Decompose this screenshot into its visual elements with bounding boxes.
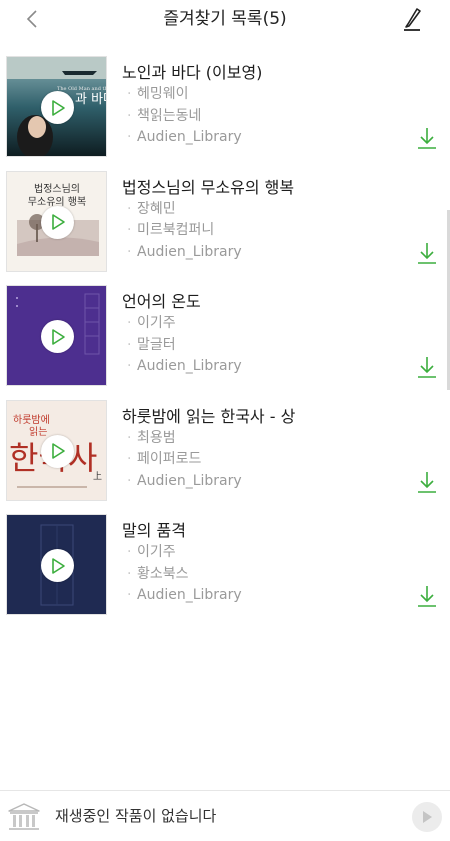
back-button[interactable] xyxy=(20,6,44,32)
pencil-icon xyxy=(404,8,421,31)
download-icon xyxy=(418,471,436,493)
cover-title-text: 과 바다 xyxy=(75,92,107,107)
play-icon xyxy=(51,99,65,116)
book-cover[interactable]: 법정스님의 무소유의 행복 xyxy=(6,170,107,272)
book-title: 하룻밤에 읽는 한국사 - 상 xyxy=(122,406,296,426)
book-publisher: · 말글터 xyxy=(127,336,176,353)
book-library: · Audien_Library xyxy=(127,587,242,603)
author-text: 장혜민 xyxy=(137,200,176,217)
author-text: 최용범 xyxy=(137,429,176,446)
library-text: Audien_Library xyxy=(137,129,242,145)
publisher-text: 페이퍼로드 xyxy=(137,451,202,467)
book-cover[interactable]: 하룻밤에 읽는 한국사 上 xyxy=(6,399,107,501)
chevron-left-icon xyxy=(26,10,37,28)
book-library: · Audien_Library xyxy=(127,472,242,489)
play-icon xyxy=(51,214,65,230)
cover-subtitle-text: The Old Man and the Sea xyxy=(57,86,107,92)
download-button[interactable] xyxy=(414,353,440,381)
download-button[interactable] xyxy=(414,239,440,267)
list-item[interactable]: 말의 품격 · 이기주 · 황소북스 · Audien_Library xyxy=(0,510,450,625)
book-info: 언어의 온도 · 이기주 · 말글터 · Audien_Library xyxy=(122,291,422,378)
list-item[interactable]: 언어의 온도 · 이기주 · 말글터 · Audien_Library xyxy=(0,281,450,396)
player-status-text: 재생중인 작품이 없습니다 xyxy=(55,807,217,825)
book-cover[interactable]: 과 바다 The Old Man and the Sea xyxy=(6,56,107,157)
list-item[interactable]: 법정스님의 무소유의 행복 법정스님의 무소유의 행복 · 장혜민 · 미르북컴퍼니… xyxy=(0,167,450,282)
download-icon xyxy=(418,586,436,607)
list-item[interactable]: 과 바다 The Old Man and the Sea 노인과 바다 (이보영… xyxy=(0,52,450,167)
publisher-text: 책읽는동네 xyxy=(137,107,202,124)
play-icon xyxy=(51,443,65,459)
play-button[interactable] xyxy=(41,91,74,124)
play-button[interactable] xyxy=(41,434,74,468)
publisher-text: 미르북컴퍼니 xyxy=(137,222,215,238)
author-text: 이기주 xyxy=(137,315,176,331)
book-author: · 장혜민 xyxy=(127,200,176,217)
book-library: · Audien_Library xyxy=(127,243,242,260)
play-icon xyxy=(51,557,65,574)
play-icon xyxy=(51,328,65,345)
library-logo-icon xyxy=(6,802,42,832)
download-button[interactable] xyxy=(414,582,440,610)
library-text: Audien_Library xyxy=(137,587,242,603)
cover-volume-text: 上 xyxy=(93,471,102,482)
play-button[interactable] xyxy=(41,320,74,353)
book-library: · Audien_Library xyxy=(127,358,242,374)
book-info: 말의 품격 · 이기주 · 황소북스 · Audien_Library xyxy=(122,520,422,607)
book-title: 언어의 온도 xyxy=(122,292,201,311)
cover-title-text: 읽는 xyxy=(29,425,47,438)
book-author: · 이기주 xyxy=(127,544,176,560)
page-title: 즐겨찾기 목록(5) xyxy=(163,9,287,29)
book-publisher: · 황소북스 xyxy=(127,565,189,582)
download-icon xyxy=(418,128,436,149)
mini-player: 재생중인 작품이 없습니다 xyxy=(0,790,450,841)
book-author: · 이기주 xyxy=(127,315,176,331)
book-publisher: · 책읽는동네 xyxy=(127,107,202,124)
book-title: 말의 품격 xyxy=(122,521,186,540)
edit-button[interactable] xyxy=(400,5,424,33)
publisher-text: 말글터 xyxy=(137,336,176,353)
book-title: 법정스님의 무소유의 행복 xyxy=(122,177,295,197)
library-text: Audien_Library xyxy=(137,358,242,374)
player-play-button[interactable] xyxy=(412,802,442,832)
play-icon xyxy=(423,811,432,823)
author-text: 헤밍웨이 xyxy=(137,86,189,102)
play-button[interactable] xyxy=(41,205,74,239)
book-publisher: · 페이퍼로드 xyxy=(127,451,202,467)
download-icon xyxy=(418,242,436,264)
download-button[interactable] xyxy=(414,468,440,496)
library-text: Audien_Library xyxy=(137,472,242,489)
book-cover[interactable] xyxy=(6,285,107,386)
book-author: · 헤밍웨이 xyxy=(127,86,189,102)
download-icon xyxy=(418,357,436,378)
list-item[interactable]: 하룻밤에 읽는 한국사 上 하룻밤에 읽는 한국사 - 상 ·최용범 ·페이퍼로… xyxy=(0,396,450,511)
book-author: · 최용범 xyxy=(127,429,176,446)
book-info: 하룻밤에 읽는 한국사 - 상 · 최용범 · 페이퍼로드 · Audien_Libr… xyxy=(122,406,422,493)
library-text: Audien_Library xyxy=(137,243,242,260)
book-info: 노인과 바다 (이보영) · 헤밍웨이 · 책읽는동네 · Audien_Librar… xyxy=(122,62,422,149)
play-button[interactable] xyxy=(41,549,74,582)
header-bar: 즐겨찾기 목록(5) xyxy=(0,0,450,38)
book-publisher: · 미르북컴퍼니 xyxy=(127,222,215,238)
author-text: 이기주 xyxy=(137,544,176,560)
book-library: · Audien_Library xyxy=(127,129,242,145)
favorites-list: 과 바다 The Old Man and the Sea 노인과 바다 (이보영… xyxy=(0,52,450,625)
cover-title-text: 법정스님의 xyxy=(34,183,80,195)
book-info: 법정스님의 무소유의 행복 · 장혜민 · 미르북컴퍼니 · Audien_Libra… xyxy=(122,177,422,264)
download-button[interactable] xyxy=(414,124,440,152)
cover-title-text: 하룻밤에 xyxy=(13,413,50,426)
book-cover[interactable] xyxy=(6,514,107,615)
publisher-text: 황소북스 xyxy=(137,565,189,582)
book-title: 노인과 바다 (이보영) xyxy=(122,63,263,82)
